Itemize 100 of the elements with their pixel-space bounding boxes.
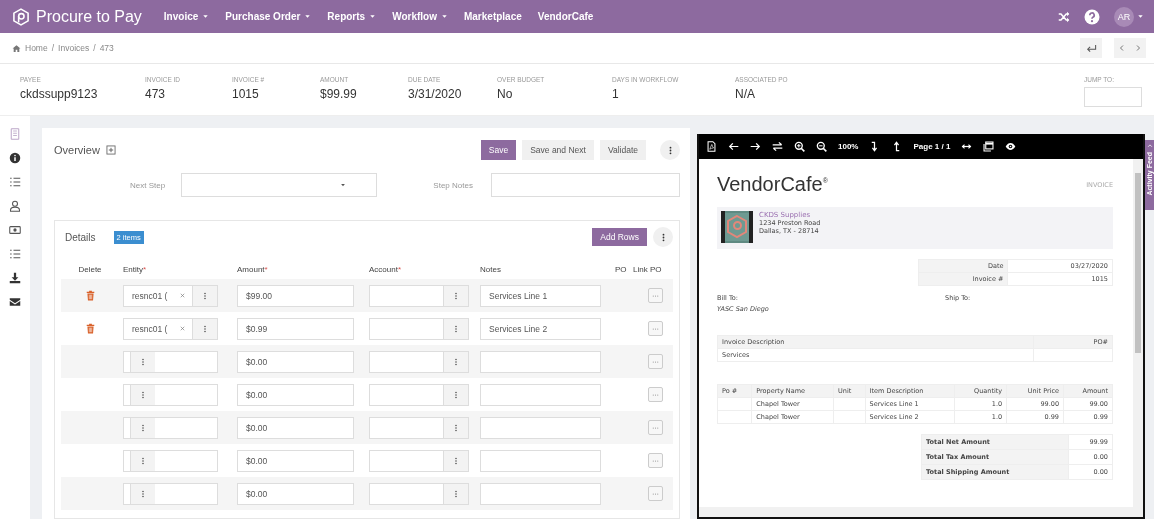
kebab-icon	[452, 456, 460, 465]
lookup-button[interactable]	[130, 450, 155, 471]
account-field[interactable]	[369, 416, 469, 439]
lookup-button[interactable]	[130, 384, 155, 405]
next-step-select[interactable]	[181, 173, 378, 197]
link-po-button[interactable]	[647, 321, 663, 336]
money-icon[interactable]	[9, 224, 21, 236]
account-field[interactable]	[369, 350, 469, 373]
lookup-button[interactable]	[443, 318, 468, 339]
more-button[interactable]	[653, 227, 673, 247]
arrow-left-icon[interactable]	[728, 141, 739, 152]
account-field[interactable]	[369, 449, 469, 472]
lookup-button[interactable]	[130, 483, 155, 504]
breadcrumb-link[interactable]: Home	[25, 43, 48, 53]
link-po-button[interactable]	[647, 354, 663, 369]
account-field[interactable]	[369, 482, 469, 505]
kebab-icon	[452, 291, 460, 300]
window-icon[interactable]	[983, 141, 995, 152]
swap-icon[interactable]	[772, 141, 783, 152]
entity-field[interactable]: resnc01 (	[123, 284, 218, 307]
entity-field[interactable]: resnc01 (	[123, 317, 218, 340]
back-button[interactable]	[1080, 38, 1102, 58]
info-icon[interactable]	[9, 152, 21, 164]
lookup-button[interactable]	[443, 450, 468, 471]
notes-field[interactable]: Services Line 2	[480, 317, 601, 340]
add-rows-button[interactable]: Add Rows	[592, 228, 647, 246]
link-po-button[interactable]	[647, 486, 663, 501]
kebab-icon	[139, 390, 147, 399]
eye-icon[interactable]	[1005, 141, 1017, 152]
account-field[interactable]	[369, 317, 469, 340]
link-po-button[interactable]	[647, 387, 663, 402]
kebab-icon	[452, 324, 460, 333]
notes-field[interactable]	[480, 416, 601, 439]
list-icon[interactable]	[9, 248, 21, 260]
download-icon[interactable]	[9, 272, 21, 284]
entity-field[interactable]	[123, 449, 218, 472]
lookup-button[interactable]	[192, 318, 217, 339]
zoom-out-icon[interactable]	[816, 141, 827, 152]
zoom-in-icon[interactable]	[794, 141, 805, 152]
notes-field[interactable]	[480, 383, 601, 406]
nav-menu[interactable]: Marketplace	[463, 11, 522, 22]
notes-field[interactable]	[480, 449, 601, 472]
lookup-button[interactable]	[443, 483, 468, 504]
arrow-right-icon[interactable]	[750, 141, 761, 152]
amount-field[interactable]: $0.00	[237, 449, 354, 472]
lookup-button[interactable]	[443, 417, 468, 438]
mail-icon[interactable]	[9, 296, 21, 308]
entity-field[interactable]	[123, 416, 218, 439]
shuffle-icon[interactable]	[1058, 10, 1070, 23]
next-button[interactable]	[1130, 38, 1146, 58]
breadcrumb-link[interactable]: 473	[99, 43, 114, 53]
nav-menu[interactable]: Reports	[327, 11, 377, 22]
lookup-button[interactable]	[443, 351, 468, 372]
entity-field[interactable]	[123, 350, 218, 373]
notes-field[interactable]	[480, 482, 601, 505]
notes-field[interactable]	[480, 350, 601, 373]
link-po-button[interactable]	[647, 420, 663, 435]
nav-menu[interactable]: Workflow	[392, 11, 448, 22]
more-button[interactable]	[660, 140, 680, 160]
lookup-button[interactable]	[130, 351, 155, 372]
home-icon[interactable]	[12, 43, 21, 53]
clear-icon[interactable]	[179, 292, 186, 299]
entity-field[interactable]	[123, 383, 218, 406]
nav-menu[interactable]: Purchase Order	[225, 11, 312, 22]
account-field[interactable]	[369, 284, 469, 307]
help-icon[interactable]	[1084, 8, 1100, 25]
lookup-button[interactable]	[443, 285, 468, 306]
breadcrumb-link[interactable]: Invoices	[58, 43, 90, 53]
amount-field[interactable]: $0.99	[237, 317, 354, 340]
save-button[interactable]: Save	[480, 140, 517, 160]
nav-menu[interactable]: Invoice	[163, 11, 210, 22]
amount-field[interactable]: $99.00	[237, 284, 354, 307]
delete-icon[interactable]	[84, 323, 96, 334]
account-field[interactable]	[369, 383, 469, 406]
clear-icon[interactable]	[179, 325, 186, 332]
link-po-button[interactable]	[647, 288, 663, 303]
amount-field[interactable]: $0.00	[237, 482, 354, 505]
column-header: Amount*	[237, 264, 269, 274]
notes-field[interactable]: Services Line 1	[480, 284, 601, 307]
lookup-button[interactable]	[130, 417, 155, 438]
caret-icon	[440, 13, 448, 20]
logo-icon[interactable]	[12, 7, 30, 26]
app-title: Procure to Pay	[36, 7, 142, 26]
nav-menu[interactable]: VendorCafe	[537, 11, 594, 22]
user-icon[interactable]	[9, 200, 21, 212]
amount-field[interactable]: $0.00	[237, 350, 354, 373]
amount-field[interactable]: $0.00	[237, 383, 354, 406]
lookup-button[interactable]	[192, 285, 217, 306]
link-po-button[interactable]	[647, 453, 663, 468]
lookup-button[interactable]	[443, 384, 468, 405]
list-icon[interactable]	[9, 176, 21, 188]
action-button[interactable]: Save and Next	[522, 140, 594, 160]
jump-to-field[interactable]	[1084, 87, 1142, 107]
expand-icon[interactable]	[105, 145, 116, 155]
delete-icon[interactable]	[84, 290, 96, 301]
previous-button[interactable]	[1114, 38, 1130, 58]
step-notes-field[interactable]	[490, 173, 680, 197]
action-button[interactable]: Validate	[599, 140, 646, 160]
entity-field[interactable]	[123, 482, 218, 505]
amount-field[interactable]: $0.00	[237, 416, 354, 439]
